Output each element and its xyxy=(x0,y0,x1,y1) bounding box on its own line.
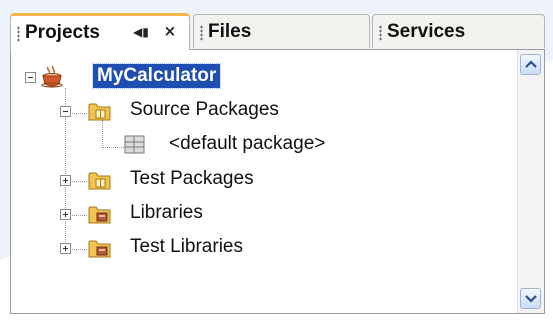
tab-strip: Projects ◀▮ × Files Services xyxy=(10,13,545,50)
close-tab-button[interactable]: × xyxy=(164,22,177,40)
projects-window: Projects ◀▮ × Files Services MyCalculato… xyxy=(0,0,553,322)
chevron-up-icon xyxy=(525,60,537,68)
tree-node-mycalculator[interactable]: MyCalculator xyxy=(11,63,271,92)
collapse-icon[interactable] xyxy=(25,72,36,83)
tree-node-label: Source Packages xyxy=(130,99,279,120)
vertical-scrollbar[interactable] xyxy=(517,50,544,313)
expand-icon[interactable] xyxy=(60,175,71,186)
tree-node-libraries[interactable]: Libraries xyxy=(11,200,311,228)
drag-grip-icon[interactable] xyxy=(200,25,203,41)
folder-package-icon xyxy=(88,100,112,126)
tree: MyCalculator Source Packages <default pa… xyxy=(11,50,520,313)
chevron-down-icon xyxy=(525,295,537,303)
scroll-up-button[interactable] xyxy=(520,54,541,75)
tree-node-label: MyCalculator xyxy=(91,63,222,89)
tree-node-label: Libraries xyxy=(130,202,203,223)
folder-library-icon xyxy=(88,203,112,229)
tree-node-test-packages[interactable]: Test Packages xyxy=(11,166,311,194)
tab-services[interactable]: Services xyxy=(372,14,545,48)
tab-files[interactable]: Files xyxy=(193,14,370,48)
tree-node-label: Test Packages xyxy=(130,168,254,189)
project-tree-view[interactable]: MyCalculator Source Packages <default pa… xyxy=(10,49,545,314)
tab-label: Services xyxy=(387,21,466,42)
coffee-cup-project-icon xyxy=(41,64,63,92)
tree-node-source-packages[interactable]: Source Packages xyxy=(11,98,311,126)
minimize-window-button[interactable]: ◀▮ xyxy=(133,25,149,39)
tree-node-label: Test Libraries xyxy=(130,236,243,257)
drag-grip-icon[interactable] xyxy=(379,25,382,41)
expand-icon[interactable] xyxy=(60,243,71,254)
tab-label: Files xyxy=(208,21,252,42)
drag-grip-icon[interactable] xyxy=(17,26,20,42)
tree-node-default-package[interactable]: <default package> xyxy=(11,132,371,160)
scroll-down-button[interactable] xyxy=(520,288,541,309)
folder-package-icon xyxy=(88,169,112,195)
tab-projects[interactable]: Projects ◀▮ × xyxy=(10,13,190,50)
tree-node-label: <default package> xyxy=(169,133,326,154)
tab-label: Projects xyxy=(25,22,100,43)
package-icon xyxy=(124,135,146,159)
tree-node-test-libraries[interactable]: Test Libraries xyxy=(11,234,311,262)
collapse-icon[interactable] xyxy=(60,106,71,117)
expand-icon[interactable] xyxy=(60,209,71,220)
folder-library-icon xyxy=(88,237,112,263)
